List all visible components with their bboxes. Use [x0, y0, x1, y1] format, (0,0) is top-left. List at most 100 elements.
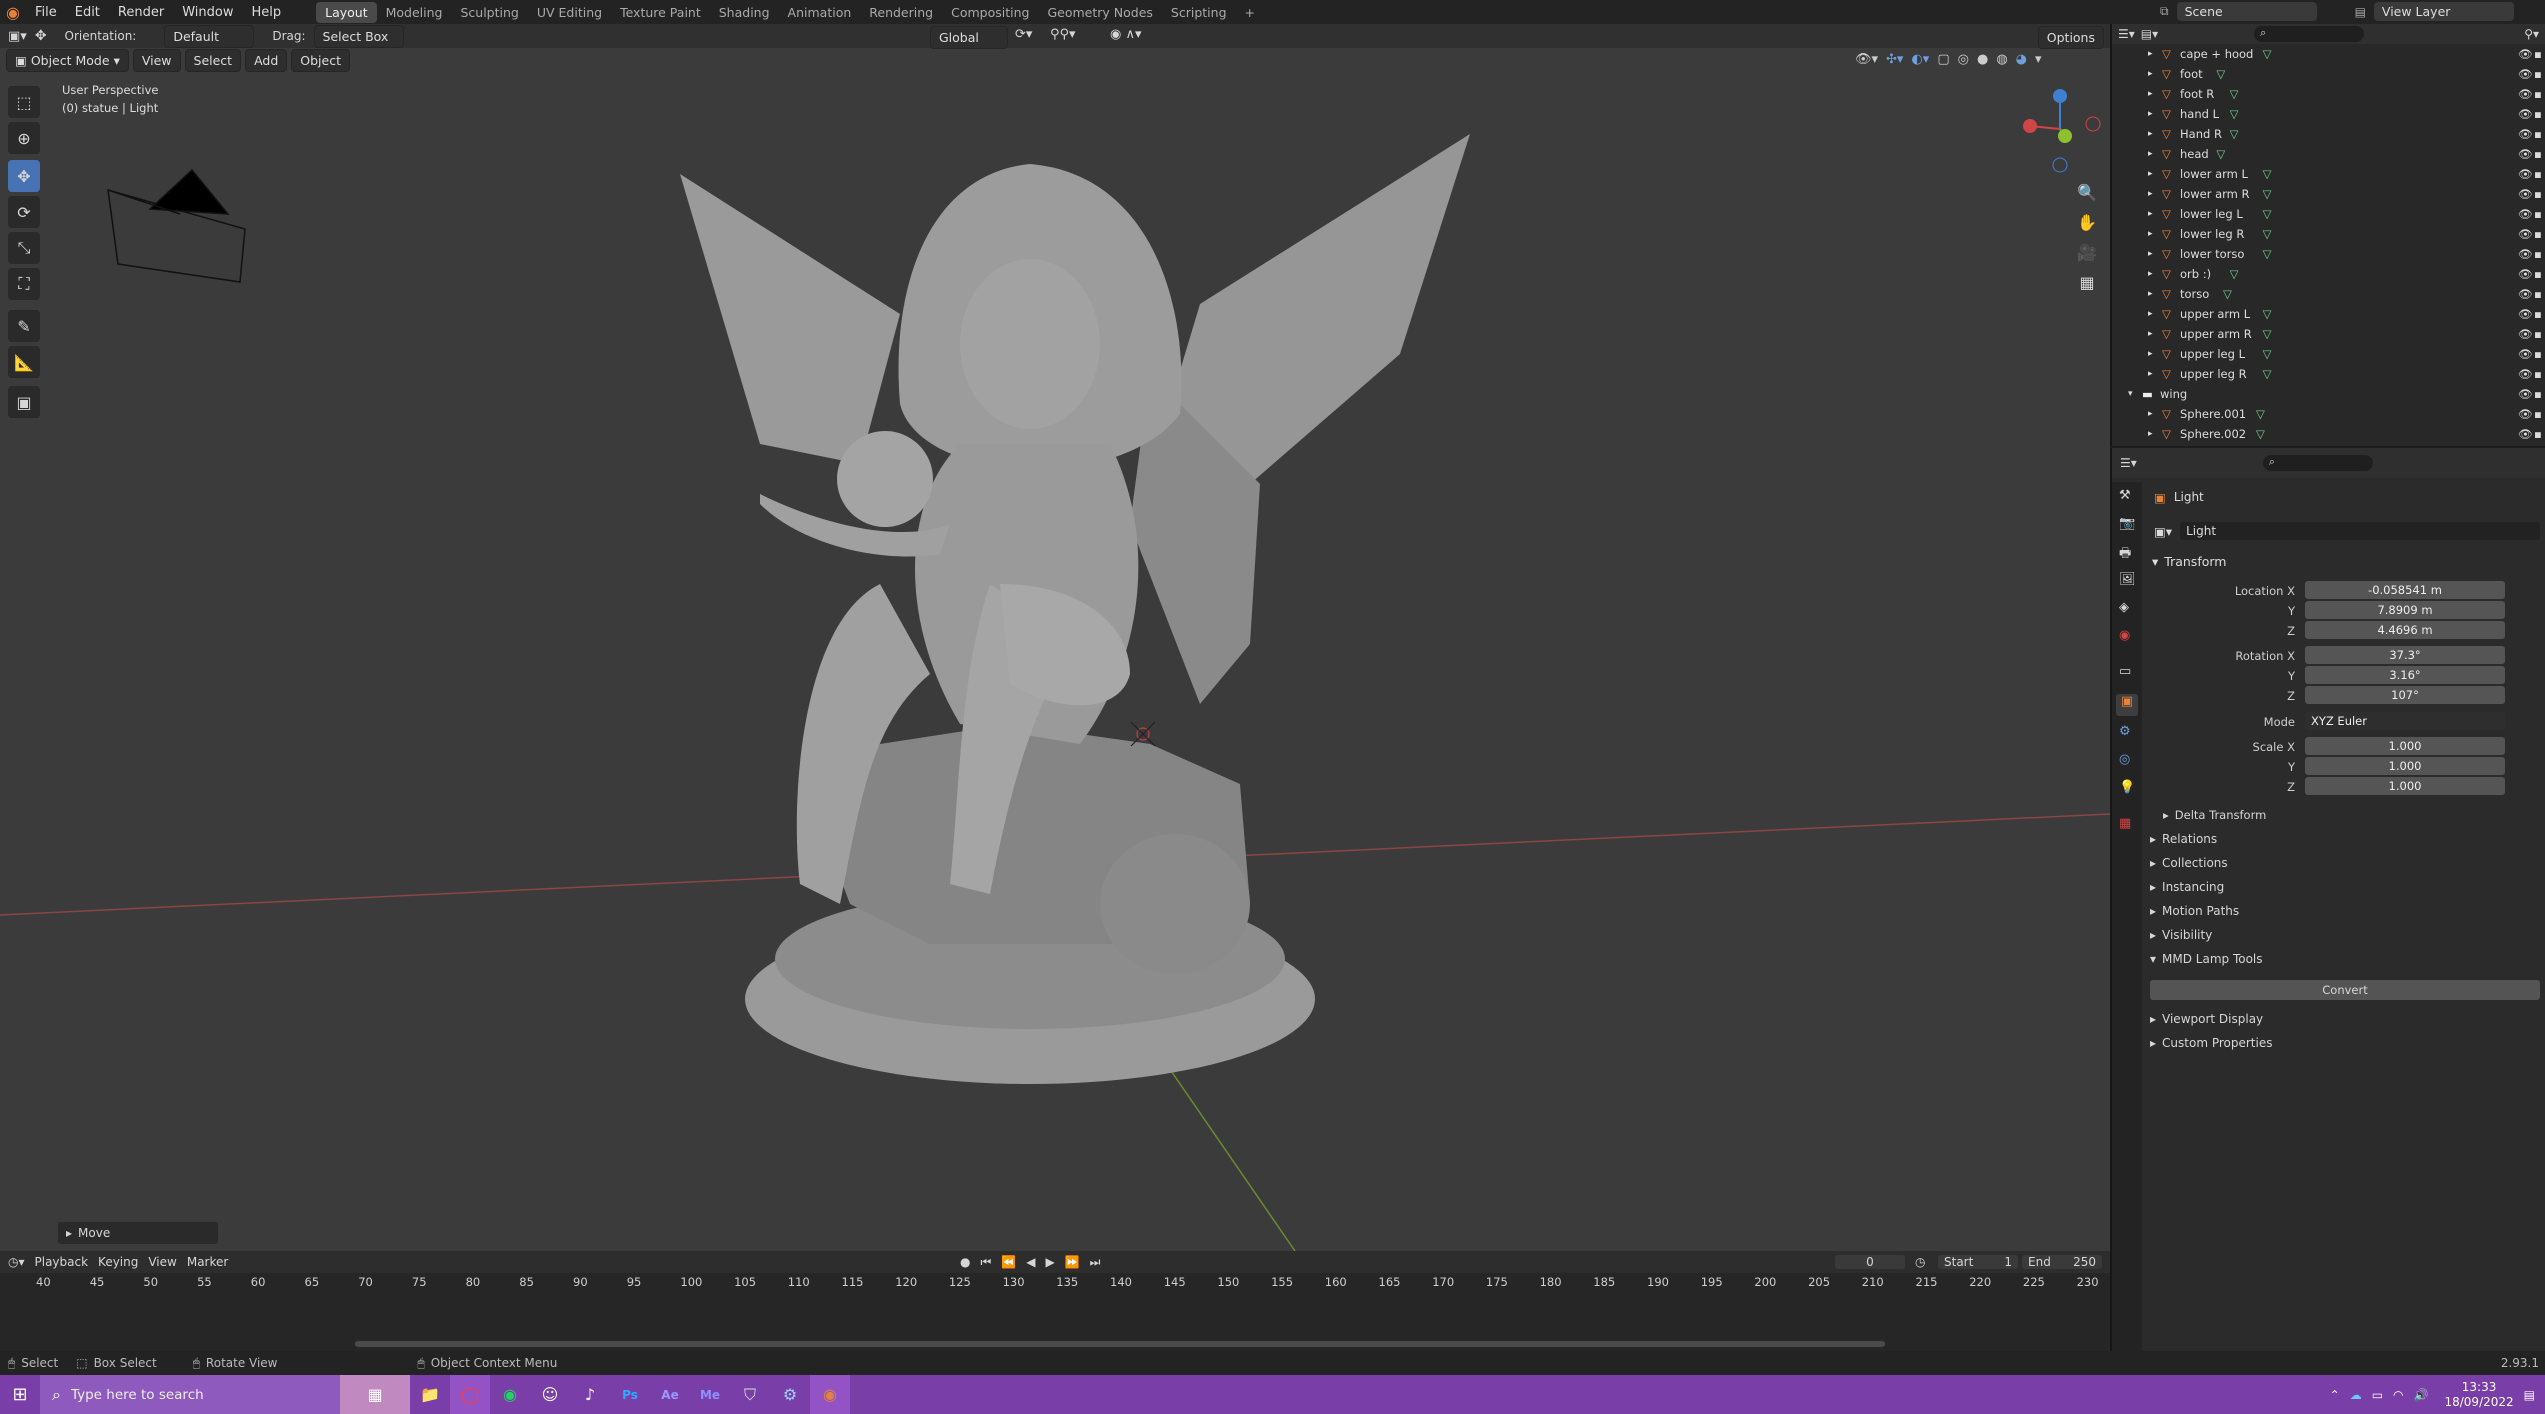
play-icon[interactable]: ▶	[1045, 1255, 1054, 1270]
blender-taskbar-icon[interactable]: ◉	[810, 1375, 850, 1414]
visibility-eye-icon[interactable]: 👁	[2518, 67, 2533, 81]
expand-arrow-icon[interactable]: ▸	[2148, 89, 2153, 99]
visibility-eye-icon[interactable]: 👁	[2518, 327, 2533, 341]
add-cube-tool[interactable]: ▣	[8, 386, 40, 418]
onedrive-icon[interactable]: ☁	[2350, 1388, 2362, 1402]
volume-icon[interactable]: 🔊	[2414, 1388, 2429, 1402]
properties-editor-icon[interactable]: ☰▾	[2120, 456, 2137, 470]
record-icon[interactable]: ●	[960, 1255, 970, 1270]
outliner-row[interactable]: ▸ ▽ upper leg R ▽ 👁 ▪	[2112, 364, 2545, 384]
scale-z-field[interactable]: 1.000	[2305, 777, 2505, 795]
gizmo-toggle-icon[interactable]: ✣▾	[1886, 52, 1903, 67]
move-tool[interactable]: ✥	[8, 160, 40, 192]
render-camera-icon[interactable]: ▪	[2534, 207, 2542, 221]
transform-tool[interactable]: ⛶	[8, 268, 40, 300]
opera-icon[interactable]: ◯	[450, 1375, 490, 1414]
outliner-row[interactable]: ▸ ▽ Sphere.002 ▽ 👁 ▪	[2112, 424, 2545, 444]
outliner-row[interactable]: ▸ ▽ head ▽ 👁 ▪	[2112, 144, 2545, 164]
tab-rendering[interactable]: Rendering	[860, 2, 942, 23]
visibility-eye-icon[interactable]: 👁	[2518, 307, 2533, 321]
tab-compositing[interactable]: Compositing	[942, 2, 1038, 23]
render-camera-icon[interactable]: ▪	[2534, 247, 2542, 261]
taskbar-search-box[interactable]: ⌕ Type here to search	[40, 1375, 340, 1414]
display-mode-icon[interactable]: ▤▾	[2141, 27, 2158, 41]
render-camera-icon[interactable]: ▪	[2534, 227, 2542, 241]
outliner-row[interactable]: ▸ ▽ foot R ▽ 👁 ▪	[2112, 84, 2545, 104]
motion-paths-panel[interactable]: ▸ Motion Paths	[2150, 904, 2239, 918]
add-workspace-button[interactable]: +	[1236, 2, 1264, 23]
expand-arrow-icon[interactable]: ▸	[2148, 269, 2153, 279]
instancing-panel[interactable]: ▸ Instancing	[2150, 880, 2224, 894]
outliner-row[interactable]: ▸ ▽ lower arm R ▽ 👁 ▪	[2112, 184, 2545, 204]
menu-help[interactable]: Help	[242, 5, 290, 20]
ortho-grid-icon[interactable]: ▦	[2073, 268, 2101, 296]
app-icon[interactable]: ♪	[570, 1375, 610, 1414]
task-view-icon[interactable]: ▦	[340, 1375, 410, 1414]
render-camera-icon[interactable]: ▪	[2534, 287, 2542, 301]
start-frame-field[interactable]: Start 1	[1938, 1255, 2018, 1269]
file-explorer-icon[interactable]: 📁	[410, 1375, 450, 1414]
render-camera-icon[interactable]: ▪	[2534, 167, 2542, 181]
play-reverse-icon[interactable]: ◀	[1026, 1255, 1035, 1270]
data-name-field[interactable]: Light	[2180, 522, 2541, 540]
collapse-arrow-icon[interactable]: ▾	[2128, 389, 2133, 399]
rotate-tool[interactable]: ⟳	[8, 196, 40, 228]
3d-viewport[interactable]: ▣▾ ✥ Orientation: Default Drag: Select B…	[0, 24, 2110, 1251]
expand-arrow-icon[interactable]: ▸	[2148, 189, 2153, 199]
outliner-row[interactable]: ▸ ▽ Hand R ▽ 👁 ▪	[2112, 124, 2545, 144]
visibility-eye-icon[interactable]: 👁	[2518, 107, 2533, 121]
view-layer-tab-icon[interactable]: 🖼	[2119, 572, 2136, 587]
tool-tab-icon[interactable]: ⚒	[2119, 488, 2131, 503]
expand-arrow-icon[interactable]: ▸	[2148, 69, 2153, 79]
expand-arrow-icon[interactable]: ▸	[2148, 109, 2153, 119]
transform-panel-header[interactable]: ▾ Transform	[2142, 550, 2545, 572]
select-tool[interactable]: ⬚	[8, 86, 40, 118]
outliner-row[interactable]: ▸ ▽ lower leg L ▽ 👁 ▪	[2112, 204, 2545, 224]
mmd-lamp-tools-panel[interactable]: ▾ MMD Lamp Tools	[2150, 952, 2263, 966]
visibility-eye-icon[interactable]: 👁	[2518, 147, 2533, 161]
outliner-row[interactable]: ▸ ▽ upper arm R ▽ 👁 ▪	[2112, 324, 2545, 344]
render-camera-icon[interactable]: ▪	[2534, 367, 2542, 381]
shading-options-icon[interactable]: ▾	[2035, 52, 2042, 67]
visibility-eye-icon[interactable]: 👁	[2518, 167, 2533, 181]
view-menu[interactable]: View	[132, 48, 181, 72]
spotify-icon[interactable]: ◉	[490, 1375, 530, 1414]
relations-panel[interactable]: ▸ Relations	[2150, 832, 2217, 846]
scale-x-field[interactable]: 1.000	[2305, 737, 2505, 755]
render-camera-icon[interactable]: ▪	[2534, 187, 2542, 201]
material-shading-icon[interactable]: ◍	[1996, 52, 2007, 67]
solid-shading-icon[interactable]: ●	[1977, 52, 1988, 67]
render-camera-icon[interactable]: ▪	[2534, 347, 2542, 361]
render-camera-icon[interactable]: ▪	[2534, 307, 2542, 321]
drag-dropdown[interactable]: Select Box	[313, 24, 404, 48]
render-camera-icon[interactable]: ▪	[2534, 47, 2542, 61]
tab-sculpting[interactable]: Sculpting	[451, 2, 527, 23]
render-camera-icon[interactable]: ▪	[2534, 107, 2542, 121]
menu-file[interactable]: File	[26, 5, 66, 20]
tab-geometry-nodes[interactable]: Geometry Nodes	[1038, 2, 1161, 23]
overlay-toggle-icon[interactable]: ◐▾	[1911, 52, 1929, 67]
scene-tab-icon[interactable]: ◈	[2119, 600, 2129, 615]
chevron-up-icon[interactable]: ⌃	[2330, 1388, 2340, 1402]
outliner-row[interactable]: ▸ ▽ lower arm L ▽ 👁 ▪	[2112, 164, 2545, 184]
object-menu[interactable]: Object	[291, 48, 350, 72]
visibility-eye-icon[interactable]: 👁	[2518, 247, 2533, 261]
measure-tool[interactable]: 📐	[8, 346, 40, 378]
expand-arrow-icon[interactable]: ▸	[2148, 129, 2153, 139]
tab-animation[interactable]: Animation	[779, 2, 861, 23]
timeline-editor-icon[interactable]: ◷▾	[8, 1255, 25, 1269]
tab-shading[interactable]: Shading	[710, 2, 779, 23]
blender-logo-icon[interactable]: ◉	[6, 3, 20, 22]
render-camera-icon[interactable]: ▪	[2534, 327, 2542, 341]
scale-tool[interactable]: ⤡	[8, 232, 40, 264]
tab-scripting[interactable]: Scripting	[1162, 2, 1236, 23]
world-tab-icon[interactable]: ◉	[2119, 628, 2130, 643]
delta-transform-header[interactable]: ▸ Delta Transform	[2163, 808, 2266, 822]
wireframe-shading-icon[interactable]: ◎	[1958, 52, 1969, 67]
visibility-eye-icon[interactable]: 👁	[2518, 187, 2533, 201]
expand-arrow-icon[interactable]: ▸	[2148, 149, 2153, 159]
outliner-row[interactable]: ▸ ▽ lower torso ▽ 👁 ▪	[2112, 244, 2545, 264]
notifications-icon[interactable]: ▤	[2524, 1388, 2535, 1402]
playback-menu[interactable]: Playback	[35, 1255, 89, 1269]
expand-arrow-icon[interactable]: ▸	[2148, 209, 2153, 219]
